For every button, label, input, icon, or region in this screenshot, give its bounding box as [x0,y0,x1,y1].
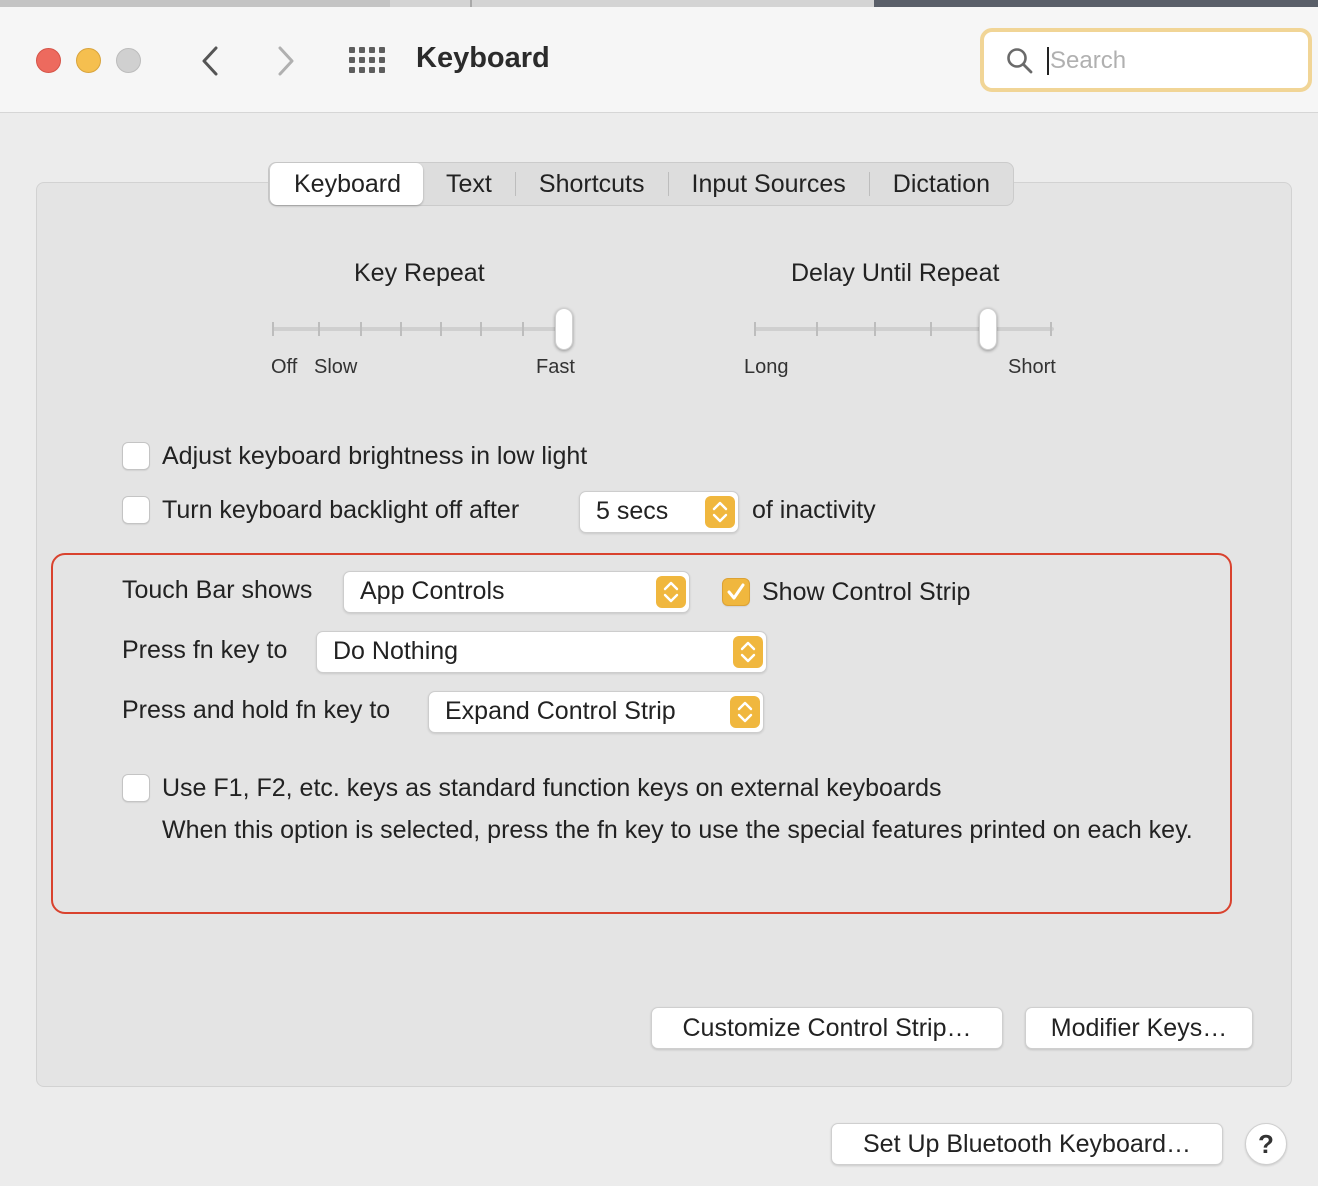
close-window-button[interactable] [36,48,61,73]
key-repeat-title: Key Repeat [354,259,485,287]
function-keys-description: When this option is selected, press the … [162,816,1193,844]
press-hold-fn-label: Press and hold fn key to [122,696,391,724]
show-control-strip-label: Show Control Strip [762,578,971,606]
press-fn-label: Press fn key to [122,636,288,664]
up-down-arrows-icon [733,636,763,668]
tab-text[interactable]: Text [423,163,515,205]
delay-label-short: Short [1008,356,1056,378]
tab-input-sources[interactable]: Input Sources [669,163,869,205]
popup-value: 5 secs [596,497,669,525]
search-icon [1007,48,1033,74]
up-down-arrows-icon [705,496,735,528]
toolbar: Keyboard [0,7,1318,113]
tab-label: Shortcuts [538,169,645,198]
help-button[interactable]: ? [1245,1123,1287,1165]
function-keys-checkbox[interactable] [122,774,150,802]
search-input[interactable] [1050,45,1290,77]
show-all-grid-icon[interactable] [346,45,386,77]
tab-label: Text [446,169,492,198]
set-up-bluetooth-keyboard-button[interactable]: Set Up Bluetooth Keyboard… [831,1123,1223,1165]
backlight-suffix-label: of inactivity [752,496,876,524]
zoom-window-button[interactable] [116,48,141,73]
touch-bar-shows-popup[interactable]: App Controls [343,571,690,613]
back-button[interactable] [190,41,230,81]
slider-tick [754,322,756,336]
delay-until-repeat-track[interactable] [754,327,1054,331]
checkmark-icon [727,583,745,600]
window-title: Keyboard [416,42,550,74]
popup-value: Expand Control Strip [445,697,676,725]
slider-tick [318,322,320,336]
slider-tick [522,322,524,336]
tab-bar: Keyboard Text Shortcuts Input Sources Di… [268,162,1015,206]
slider-tick [272,322,274,336]
tab-keyboard[interactable]: Keyboard [270,163,424,205]
tab-label: Input Sources [691,169,846,198]
forward-button[interactable] [266,41,306,81]
up-down-arrows-icon [730,696,760,728]
minimize-window-button[interactable] [76,48,101,73]
chevron-left-icon [202,46,218,76]
slider-tick [360,322,362,336]
popup-value: Do Nothing [333,637,459,665]
slider-tick [400,322,402,336]
key-repeat-label-off: Off [271,356,298,378]
system-preferences-window: Keyboard Keyboard Text Shortcuts Input S… [0,7,1318,1186]
delay-until-repeat-knob[interactable] [979,308,997,350]
tab-dictation[interactable]: Dictation [870,163,1013,205]
slider-tick [1050,322,1052,336]
tab-label: Keyboard [294,169,402,198]
key-repeat-label-fast: Fast [536,356,575,378]
show-control-strip-checkbox[interactable] [722,578,750,606]
customize-control-strip-button[interactable]: Customize Control Strip… [651,1007,1003,1049]
slider-tick [480,322,482,336]
delay-until-repeat-title: Delay Until Repeat [791,259,1000,287]
desktop-background [0,0,1318,7]
adjust-brightness-label: Adjust keyboard brightness in low light [162,442,588,470]
backlight-off-checkbox[interactable] [122,496,150,524]
delay-label-long: Long [744,356,789,378]
press-fn-popup[interactable]: Do Nothing [316,631,767,673]
up-down-arrows-icon [656,576,686,608]
function-keys-label: Use F1, F2, etc. keys as standard functi… [162,774,942,802]
slider-tick [440,322,442,336]
slider-tick [930,322,932,336]
tab-label: Dictation [892,169,991,198]
chevron-right-icon [278,46,294,76]
backlight-off-label: Turn keyboard backlight off after [162,496,520,524]
slider-tick [874,322,876,336]
adjust-brightness-checkbox[interactable] [122,442,150,470]
press-hold-fn-popup[interactable]: Expand Control Strip [428,691,764,733]
modifier-keys-button[interactable]: Modifier Keys… [1025,1007,1253,1049]
key-repeat-knob[interactable] [555,308,573,350]
tab-shortcuts[interactable]: Shortcuts [516,163,668,205]
backlight-timeout-popup[interactable]: 5 secs [579,491,739,533]
touch-bar-shows-label: Touch Bar shows [122,576,313,604]
key-repeat-label-slow: Slow [314,356,358,378]
search-field[interactable] [980,28,1312,92]
text-caret [1047,47,1049,75]
slider-tick [816,322,818,336]
popup-value: App Controls [360,577,505,605]
